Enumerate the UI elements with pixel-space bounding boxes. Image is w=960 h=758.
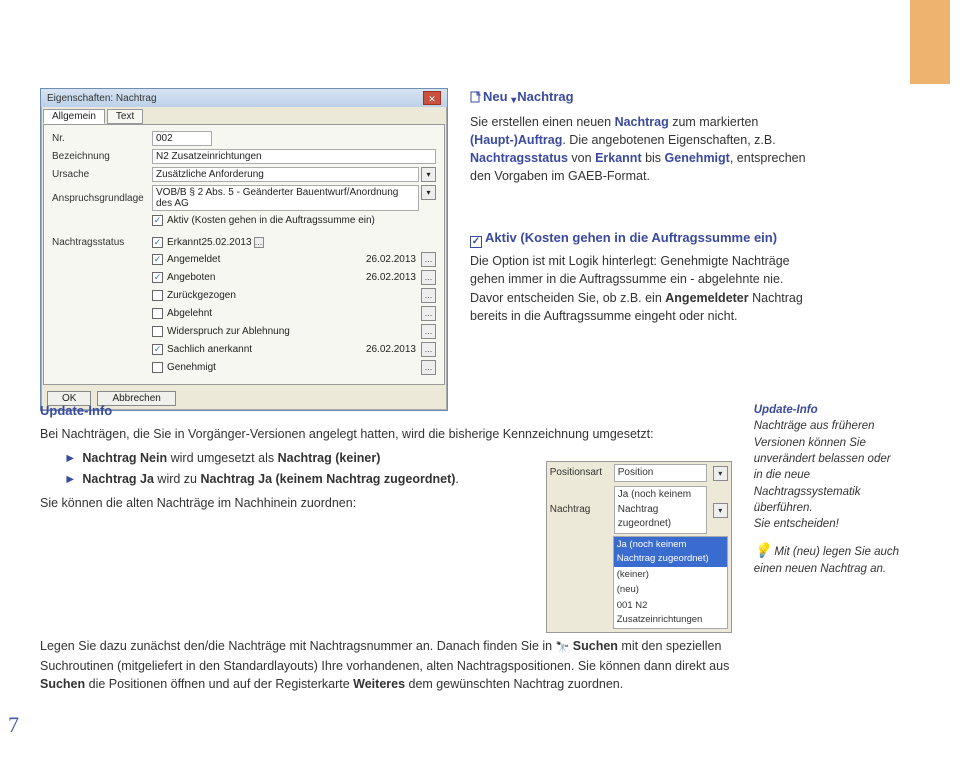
checkbox-icon	[470, 236, 482, 248]
dialog-title: Eigenschaften: Nachtrag	[47, 93, 157, 104]
select-ursache[interactable]: Zusätzliche Anforderung	[152, 167, 419, 182]
chevron-down-icon: ▾	[511, 94, 516, 109]
binoculars-icon: 🔭	[556, 642, 570, 654]
dropdown-screenshot: Positionsart Position ▾ Nachtrag Ja (noch k…	[546, 461, 732, 633]
lightbulb-icon: 💡	[754, 542, 771, 558]
list-item[interactable]: Ja (noch keinem Nachtrag zugeordnet)	[614, 537, 727, 567]
checkbox-widerspruch[interactable]	[152, 326, 163, 337]
aside-heading: Update-Info	[754, 402, 900, 418]
list-item[interactable]: (keiner)	[614, 567, 727, 583]
select-anspruch[interactable]: VOB/B § 2 Abs. 5 - Geänderter Bauentwurf…	[152, 185, 419, 211]
checkbox-abgelehnt[interactable]	[152, 308, 163, 319]
checkbox-erkannt[interactable]	[152, 237, 163, 248]
label-nr: Nr.	[52, 133, 152, 144]
date-pick-icon[interactable]: …	[421, 306, 436, 321]
checkbox-zurueck[interactable]	[152, 290, 163, 301]
update-info-heading: Update-Info	[40, 402, 732, 421]
date-pick-icon[interactable]: …	[421, 288, 436, 303]
input-nr[interactable]: 002	[152, 131, 212, 146]
checkbox-aktiv[interactable]	[152, 215, 163, 226]
section-update-info: Update-Info Bei Nachträgen, die Sie in V…	[40, 402, 732, 693]
section-aktiv: Aktiv (Kosten gehen in die Auftragssumme…	[470, 229, 810, 325]
chevron-down-icon[interactable]: ▾	[713, 466, 728, 481]
label-angemeldet: Angemeldet	[167, 254, 220, 265]
label-angeboten: Angeboten	[167, 272, 215, 283]
list-item[interactable]: (neu)	[614, 582, 727, 598]
label-abgelehnt: Abgelehnt	[167, 308, 212, 319]
select-nachtrag[interactable]: Ja (noch keinem Nachtrag zugeordnet)	[614, 486, 707, 534]
list-item[interactable]: 001 N2 Zusatzeinrichtungen	[614, 598, 727, 628]
properties-dialog: Eigenschaften: Nachtrag ✕ Allgemein Text…	[40, 88, 448, 411]
chevron-down-icon[interactable]: ▾	[421, 167, 436, 182]
label-nachtrag: Nachtrag	[550, 503, 610, 518]
label-positionsart: Positionsart	[550, 466, 610, 481]
checkbox-genehmigt[interactable]	[152, 362, 163, 373]
date-pick-icon[interactable]: …	[254, 237, 264, 248]
checkbox-angemeldet[interactable]	[152, 254, 163, 265]
margin-note: Update-Info Nachträge aus früheren Versi…	[754, 402, 900, 693]
close-icon[interactable]: ✕	[423, 91, 441, 105]
select-positionsart[interactable]: Position	[614, 464, 707, 483]
label-zurueck: Zurückgezogen	[167, 290, 236, 301]
checkbox-angeboten[interactable]	[152, 272, 163, 283]
chevron-down-icon[interactable]: ▾	[421, 185, 436, 200]
tab-allgemein[interactable]: Allgemein	[43, 109, 105, 124]
chevron-down-icon[interactable]: ▾	[713, 503, 728, 518]
tab-text[interactable]: Text	[107, 109, 143, 124]
date-angeboten: 26.02.2013	[357, 272, 419, 283]
input-bezeichnung[interactable]: N2 Zusatzeinrichtungen	[152, 149, 436, 164]
page-number: 7	[8, 712, 19, 738]
label-ursache: Ursache	[52, 169, 152, 180]
label-widerspruch: Widerspruch zur Ablehnung	[167, 326, 290, 337]
date-sachlich: 26.02.2013	[357, 344, 419, 355]
label-bezeichnung: Bezeichnung	[52, 151, 152, 162]
label-nachtragsstatus: Nachtragsstatus	[52, 237, 152, 248]
side-accent	[910, 0, 950, 84]
label-genehmigt: Genehmigt	[167, 362, 216, 373]
date-pick-icon[interactable]: …	[421, 252, 436, 267]
label-anspruch: Anspruchsgrundlage	[52, 193, 152, 204]
label-sachlich: Sachlich anerkannt	[167, 344, 252, 355]
date-erkannt: 25.02.2013	[201, 237, 251, 248]
date-angemeldet: 26.02.2013	[357, 254, 419, 265]
section-neu-nachtrag: Neu ▾Nachtrag Sie erstellen einen neuen …	[470, 88, 810, 185]
date-pick-icon[interactable]: …	[421, 342, 436, 357]
dropdown-list[interactable]: Ja (noch keinem Nachtrag zugeordnet) (ke…	[613, 536, 728, 629]
label-aktiv: Aktiv (Kosten gehen in die Auftragssumme…	[167, 215, 375, 226]
date-pick-icon[interactable]: …	[421, 324, 436, 339]
new-doc-icon	[470, 90, 482, 109]
date-pick-icon[interactable]: …	[421, 360, 436, 375]
date-pick-icon[interactable]: …	[421, 270, 436, 285]
label-erkannt: Erkannt	[167, 237, 201, 248]
checkbox-sachlich[interactable]	[152, 344, 163, 355]
